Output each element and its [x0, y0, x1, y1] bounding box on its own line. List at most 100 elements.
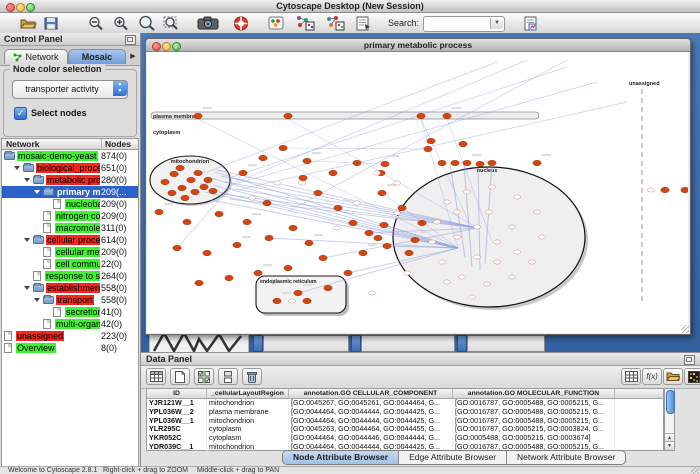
select-nodes-checkbox[interactable]: ✓: [14, 107, 27, 120]
network-node-small[interactable]: [514, 250, 521, 254]
network-node[interactable]: [181, 195, 189, 201]
tab-node-attribute-browser[interactable]: Node Attribute Browser: [283, 451, 399, 464]
matrix-browser-icon[interactable]: [684, 368, 700, 385]
network-node[interactable]: [284, 113, 292, 119]
page-edit-icon[interactable]: [356, 14, 371, 32]
network-node[interactable]: [259, 155, 267, 161]
network-node[interactable]: [289, 225, 297, 231]
zoom-out-icon[interactable]: [88, 14, 104, 32]
network-node[interactable]: [187, 177, 195, 183]
import-table-icon[interactable]: [621, 368, 641, 385]
network-node-small[interactable]: [509, 275, 516, 279]
search-input[interactable]: ▼: [423, 16, 505, 32]
network-node[interactable]: [161, 179, 169, 185]
network-node-small[interactable]: [454, 235, 461, 239]
network-node-small[interactable]: [289, 299, 296, 303]
network-node[interactable]: [334, 205, 342, 211]
tree-row[interactable]: transport558(0): [2, 294, 138, 306]
open-icon[interactable]: [20, 14, 37, 32]
network-node-small[interactable]: [444, 280, 451, 284]
network-node[interactable]: [353, 160, 361, 166]
network-window[interactable]: primary metabolic process plasma membran…: [145, 38, 691, 335]
network-node-small[interactable]: [274, 181, 281, 185]
network-node-small[interactable]: [484, 282, 491, 286]
search-options-icon[interactable]: [524, 14, 538, 32]
tree-row[interactable]: nitrogen compo209(0): [2, 210, 138, 222]
tab-scroll-right-icon[interactable]: ▶: [128, 51, 138, 63]
tree-row[interactable]: unassigned223(0): [2, 330, 138, 342]
expand-triangle-icon[interactable]: [24, 286, 30, 290]
tree-row[interactable]: nucleobase-209(0): [2, 198, 138, 210]
delete-attribute-icon[interactable]: [242, 368, 262, 385]
network-node-small[interactable]: [434, 220, 441, 224]
network-node[interactable]: [319, 255, 327, 261]
network-node-small[interactable]: [534, 210, 541, 214]
network-node[interactable]: [488, 160, 496, 166]
node-color-dropdown[interactable]: transporter activity ▲▼: [12, 80, 128, 99]
zoom-selected-icon[interactable]: [138, 14, 156, 32]
network-node[interactable]: [183, 219, 191, 225]
network-node-small[interactable]: [299, 181, 306, 185]
network-node[interactable]: [168, 190, 176, 196]
network-node-small[interactable]: [374, 171, 381, 175]
network-node-small[interactable]: [354, 201, 361, 205]
network-node[interactable]: [661, 187, 669, 193]
network-node[interactable]: [279, 145, 287, 151]
frame-close-icon[interactable]: [152, 42, 161, 51]
window-resize-grip[interactable]: [691, 467, 699, 474]
network-node[interactable]: [418, 220, 426, 226]
network-node[interactable]: [254, 270, 262, 276]
snapshot-icon[interactable]: [197, 14, 219, 32]
tree-row[interactable]: cellular metabo209(0): [2, 246, 138, 258]
float-data-panel-icon[interactable]: [684, 355, 695, 365]
network-node[interactable]: [459, 141, 467, 147]
expand-triangle-icon[interactable]: [14, 166, 20, 170]
network-canvas[interactable]: plasma membrane cytoplasm mitochondrion …: [147, 52, 688, 333]
network-node[interactable]: [299, 175, 307, 181]
table-row[interactable]: YLR295Ccytoplasm[GO:0045263, GO:0044464,…: [147, 425, 663, 434]
tree-row[interactable]: secretion41(0): [2, 306, 138, 318]
network-node-small[interactable]: [394, 181, 401, 185]
network-window-titlebar[interactable]: primary metabolic process: [146, 39, 690, 52]
network-node[interactable]: [324, 285, 332, 291]
network-node[interactable]: [378, 190, 386, 196]
tree-row[interactable]: primary metabo209(...: [2, 186, 138, 198]
tab-mosaic[interactable]: Mosaic: [68, 49, 126, 64]
background-window-cap[interactable]: [457, 335, 467, 352]
network-node-small[interactable]: [394, 211, 401, 215]
network-node-small[interactable]: [369, 291, 376, 295]
network-node-small[interactable]: [334, 226, 341, 230]
legend-icon[interactable]: [268, 14, 284, 32]
network-node[interactable]: [200, 184, 208, 190]
background-window-sliver[interactable]: [263, 335, 349, 352]
tree-row[interactable]: mosaic-demo-yeast874(0): [2, 150, 138, 162]
network-node-small[interactable]: [494, 240, 501, 244]
network-node[interactable]: [349, 220, 357, 226]
network-node-small[interactable]: [249, 196, 256, 200]
table-column-header[interactable]: _cellularLayoutRegion: [207, 389, 289, 398]
network-view-icon[interactable]: [325, 14, 345, 32]
table-row[interactable]: YKR052Ccytoplasm[GO:0044464, GO:0044446,…: [147, 434, 663, 443]
tree-row[interactable]: Overview8(0): [2, 342, 138, 354]
background-window-sliver[interactable]: [467, 335, 545, 352]
tree-row[interactable]: macromolecule311(0): [2, 222, 138, 234]
network-node[interactable]: [204, 177, 212, 183]
select-attributes-icon[interactable]: [146, 368, 166, 385]
network-node[interactable]: [155, 209, 163, 215]
expand-triangle-icon[interactable]: [34, 190, 40, 194]
network-node-small[interactable]: [439, 260, 446, 264]
network-node[interactable]: [533, 160, 541, 166]
network-node[interactable]: [195, 280, 203, 286]
network-node[interactable]: [305, 240, 313, 246]
tab-network[interactable]: Network: [4, 49, 68, 64]
network-node[interactable]: [427, 138, 435, 144]
network-node[interactable]: [194, 170, 202, 176]
network-node-small[interactable]: [474, 255, 481, 259]
network-node-small[interactable]: [459, 275, 466, 279]
background-window-cap[interactable]: [351, 335, 361, 352]
table-row[interactable]: YPL036W__1mitochondrion[GO:0044464, GO:0…: [147, 417, 663, 426]
network-node[interactable]: [303, 298, 311, 304]
background-window-sliver[interactable]: [361, 335, 455, 352]
network-node-small[interactable]: [486, 210, 493, 214]
attribute-checklist-icon[interactable]: [194, 368, 214, 385]
